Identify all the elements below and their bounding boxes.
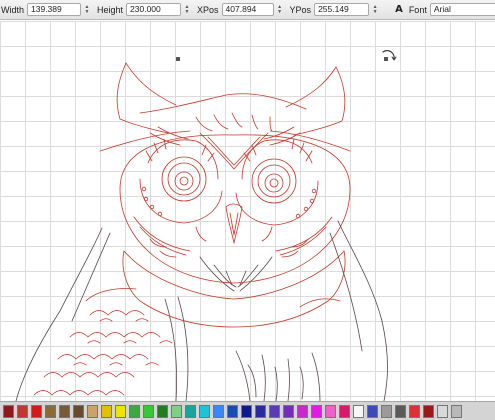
xpos-field-group: XPos 407.894 ▲ ▼: [197, 3, 287, 16]
color-swatch[interactable]: [297, 404, 308, 418]
font-select-value: Arial: [433, 4, 451, 14]
height-field-group: Height 230.000 ▲ ▼: [97, 3, 194, 16]
rotate-handle-icon[interactable]: [382, 50, 397, 61]
design-canvas[interactable]: [0, 21, 495, 401]
color-swatch[interactable]: [395, 404, 406, 418]
stepper-down-icon[interactable]: ▼: [85, 9, 90, 15]
color-swatch[interactable]: [45, 404, 56, 418]
owl-outline: [15, 220, 388, 401]
color-swatch[interactable]: [311, 404, 322, 418]
color-swatch[interactable]: [353, 404, 364, 418]
color-swatch[interactable]: [409, 404, 420, 418]
color-swatch[interactable]: [325, 404, 336, 418]
width-stepper[interactable]: ▲ ▼: [84, 3, 90, 16]
color-swatch[interactable]: [283, 404, 294, 418]
stepper-down-icon[interactable]: ▼: [185, 9, 190, 15]
color-swatch[interactable]: [73, 404, 84, 418]
font-select[interactable]: Arial ▲▼: [429, 3, 495, 16]
xpos-stepper[interactable]: ▲ ▼: [277, 3, 283, 16]
height-label: Height: [97, 4, 124, 15]
color-swatch[interactable]: [59, 404, 70, 418]
color-swatch[interactable]: [87, 404, 98, 418]
height-input[interactable]: 230.000: [126, 3, 182, 16]
height-stepper[interactable]: ▲ ▼: [184, 3, 190, 16]
width-label: Width: [1, 4, 25, 15]
ypos-stepper[interactable]: ▲ ▼: [372, 3, 378, 16]
color-swatch[interactable]: [101, 404, 112, 418]
color-swatch[interactable]: [185, 404, 196, 418]
color-swatch[interactable]: [115, 404, 126, 418]
color-swatch[interactable]: [451, 404, 462, 418]
ypos-field-group: YPos 255.149 ▲ ▼: [290, 3, 383, 16]
color-swatch[interactable]: [437, 404, 448, 418]
font-a-icon: A: [395, 4, 403, 15]
property-toolbar: Width 139.389 ▲ ▼ Height 230.000 ▲ ▼ XPos …: [0, 0, 495, 20]
color-swatch[interactable]: [3, 404, 14, 418]
font-label: Font: [408, 4, 427, 15]
width-input[interactable]: 139.389: [27, 3, 82, 16]
color-swatch[interactable]: [199, 404, 210, 418]
color-swatch[interactable]: [143, 404, 154, 418]
color-swatch[interactable]: [381, 404, 392, 418]
color-swatch[interactable]: [129, 404, 140, 418]
color-swatch[interactable]: [241, 404, 252, 418]
color-swatch[interactable]: [423, 404, 434, 418]
color-swatch[interactable]: [17, 404, 28, 418]
owl-cut-design[interactable]: [0, 21, 495, 401]
width-field-group: Width 139.389 ▲ ▼: [1, 3, 94, 16]
selection-handle[interactable]: [176, 57, 180, 61]
color-swatch[interactable]: [367, 404, 378, 418]
color-swatch[interactable]: [269, 404, 280, 418]
ypos-input[interactable]: 255.149: [314, 3, 370, 16]
color-swatch[interactable]: [255, 404, 266, 418]
color-swatch[interactable]: [213, 404, 224, 418]
stepper-down-icon[interactable]: ▼: [277, 9, 282, 15]
color-palette: [0, 401, 495, 420]
xpos-input[interactable]: 407.894: [221, 3, 274, 16]
xpos-label: XPos: [197, 4, 219, 15]
stepper-down-icon[interactable]: ▼: [373, 9, 378, 15]
color-swatch[interactable]: [171, 404, 182, 418]
color-swatch[interactable]: [339, 404, 350, 418]
ypos-label: YPos: [289, 4, 312, 15]
color-swatch[interactable]: [157, 404, 168, 418]
owl-cut-lines: [33, 62, 351, 396]
color-swatch[interactable]: [31, 404, 42, 418]
font-field-group: A Font Arial ▲▼ H: [395, 3, 495, 16]
color-swatch[interactable]: [227, 404, 238, 418]
